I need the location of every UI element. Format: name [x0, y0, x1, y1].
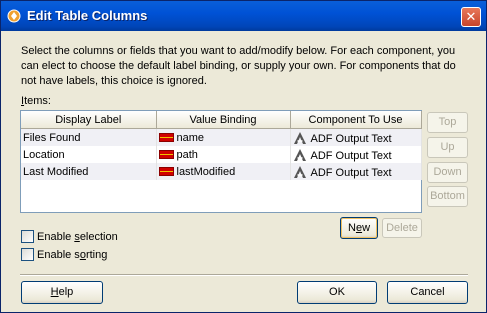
jdeveloper-app-icon	[7, 9, 21, 23]
move-bottom-button[interactable]: Bottom	[427, 186, 468, 207]
ok-button[interactable]: OK	[297, 281, 377, 304]
close-icon: ✕	[465, 9, 477, 24]
adf-component-icon	[293, 148, 306, 161]
new-button-prefix: N	[347, 222, 356, 234]
columns-table[interactable]: Display Label Value Binding Component To…	[20, 110, 422, 213]
binding-icon	[158, 132, 174, 142]
display-label-cell[interactable]: Files Found	[21, 128, 157, 146]
enable-sorting-option[interactable]: Enable sorting	[21, 248, 107, 262]
value-binding-text: name	[176, 131, 205, 144]
value-binding-cell[interactable]: lastModified	[156, 163, 291, 180]
help-button-rest: elp	[58, 286, 74, 298]
column-header-value-binding[interactable]: Value Binding	[156, 111, 291, 129]
component-text: ADF Output Text	[310, 166, 392, 179]
table-row[interactable]: Location path ADF Output Text	[21, 146, 422, 163]
enable-sorting-checkbox[interactable]	[21, 248, 34, 261]
move-up-button[interactable]: Up	[427, 137, 468, 158]
table-header-row: Display Label Value Binding Component To…	[21, 111, 422, 129]
enable-selection-option[interactable]: Enable selection	[21, 230, 118, 244]
items-label-rest: tems:	[24, 95, 51, 107]
dialog-title: Edit Table Columns	[27, 8, 148, 23]
component-text: ADF Output Text	[310, 132, 392, 145]
adf-component-icon	[293, 165, 306, 178]
value-binding-text: path	[176, 148, 198, 161]
help-button[interactable]: Help	[21, 281, 103, 304]
column-header-component[interactable]: Component To Use	[290, 111, 422, 129]
display-label-cell[interactable]: Last Modified	[21, 163, 157, 180]
delete-button[interactable]: Delete	[382, 218, 422, 238]
binding-icon	[158, 166, 174, 176]
component-cell[interactable]: ADF Output Text	[290, 163, 422, 180]
items-label: Items:	[21, 95, 51, 107]
value-binding-cell[interactable]: name	[156, 128, 291, 146]
enable-sorting-label-post: rting	[85, 249, 108, 261]
move-down-button[interactable]: Down	[427, 162, 468, 183]
instructions-text: Select the columns or fields that you wa…	[21, 45, 456, 87]
help-button-accel: H	[50, 286, 59, 298]
value-binding-cell[interactable]: path	[156, 146, 291, 163]
component-cell[interactable]: ADF Output Text	[290, 128, 422, 146]
new-button[interactable]: New	[340, 217, 378, 239]
display-label-cell[interactable]: Location	[21, 146, 157, 163]
value-binding-text: lastModified	[176, 165, 236, 178]
cancel-button[interactable]: Cancel	[387, 281, 468, 304]
enable-selection-label-pre: Enable	[37, 231, 75, 243]
enable-selection-label-post: election	[79, 231, 118, 243]
enable-selection-checkbox[interactable]	[21, 230, 34, 243]
table-row[interactable]: Files Found name ADF Output Text	[21, 128, 422, 146]
column-header-display-label[interactable]: Display Label	[21, 111, 157, 129]
component-text: ADF Output Text	[310, 149, 392, 162]
move-top-button[interactable]: Top	[427, 112, 468, 133]
binding-icon	[158, 149, 174, 159]
table-row[interactable]: Last Modified lastModified ADF Output Te…	[21, 163, 422, 180]
new-button-suffix: w	[362, 222, 371, 234]
enable-sorting-label-pre: Enable s	[37, 249, 80, 261]
edit-table-columns-dialog: Edit Table Columns ✕ Select the columns …	[0, 0, 487, 313]
footer-separator	[20, 274, 468, 276]
close-button[interactable]: ✕	[461, 7, 481, 27]
component-cell[interactable]: ADF Output Text	[290, 146, 422, 163]
title-bar[interactable]: Edit Table Columns ✕	[1, 1, 486, 31]
adf-component-icon	[293, 131, 306, 144]
